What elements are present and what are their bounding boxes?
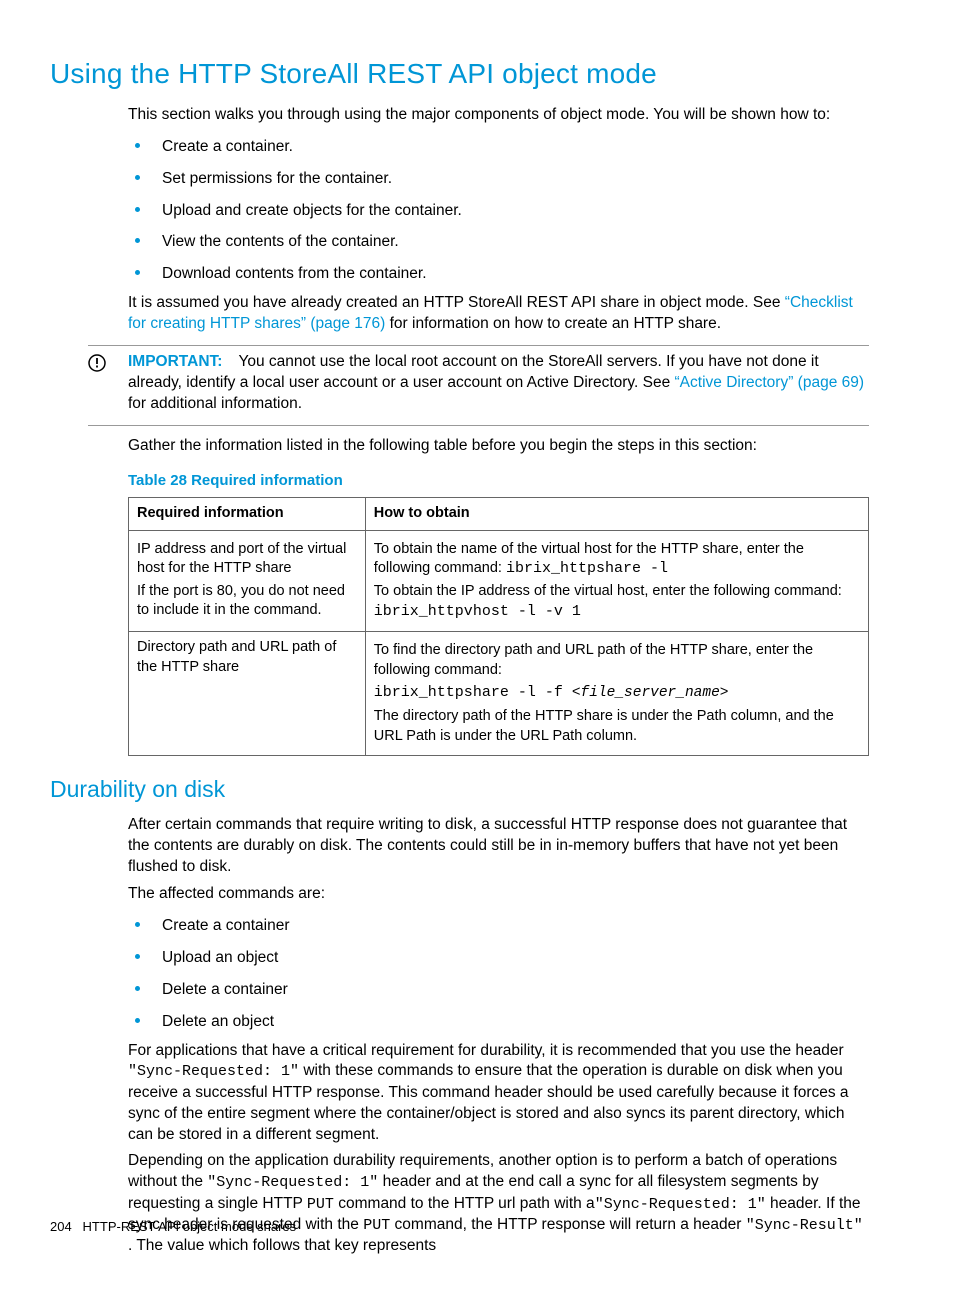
cell-how-to-obtain: To obtain the name of the virtual host f… <box>365 530 868 632</box>
paragraph: After certain commands that require writ… <box>128 815 869 878</box>
important-note: IMPORTANT: You cannot use the local root… <box>88 345 869 426</box>
code: PUT <box>307 1196 334 1213</box>
required-info-table: Required information How to obtain IP ad… <box>128 497 869 756</box>
paragraph: Depending on the application durability … <box>128 1151 869 1257</box>
text: . The value which follows that key repre… <box>128 1237 436 1254</box>
section1-bullets: Create a container. Set permissions for … <box>128 134 869 286</box>
list-item: Create a container. <box>152 134 869 158</box>
cell-required-info: IP address and port of the virtual host … <box>129 530 366 632</box>
paragraph: The affected commands are: <box>128 884 869 905</box>
heading-using-http-storeall: Using the HTTP StoreAll REST API object … <box>50 55 869 93</box>
code: "Sync-Requested: 1" <box>595 1196 766 1213</box>
code: ibrix_httpshare -l <box>506 560 668 577</box>
code-line: ibrix_httpshare -l -f <file_server_name> <box>374 683 860 704</box>
list-item: Upload and create objects for the contai… <box>152 198 869 222</box>
code: PUT <box>363 1217 390 1234</box>
section1-assumed: It is assumed you have already created a… <box>128 293 869 335</box>
table-caption: Table 28 Required information <box>128 471 869 491</box>
code: "Sync-Requested: 1" <box>207 1174 378 1191</box>
list-item: Download contents from the container. <box>152 261 869 285</box>
gather-info-line: Gather the information listed in the fol… <box>128 436 869 457</box>
text: for additional information. <box>128 395 302 412</box>
active-directory-link[interactable]: “Active Directory” (page 69) <box>675 374 865 391</box>
section2-bullets: Create a container Upload an object Dele… <box>128 913 869 1033</box>
code: ibrix_httpshare -l -f <box>374 684 572 701</box>
footer-title: HTTP-REST API object mode shares <box>83 1219 297 1234</box>
list-item: View the contents of the container. <box>152 229 869 253</box>
text: command, the HTTP response will return a… <box>390 1216 746 1233</box>
th-how-to-obtain: How to obtain <box>365 498 868 531</box>
heading-durability: Durability on disk <box>50 774 869 805</box>
list-item: Delete an object <box>152 1009 869 1033</box>
list-item: Delete a container <box>152 977 869 1001</box>
list-item: Set permissions for the container. <box>152 166 869 190</box>
text: It is assumed you have already created a… <box>128 294 785 311</box>
list-item: Create a container <box>152 913 869 937</box>
text: To find the directory path and URL path … <box>374 641 860 680</box>
code: "Sync-Result" <box>746 1217 863 1234</box>
table-row: IP address and port of the virtual host … <box>129 530 869 632</box>
text: If the port is 80, you do not need to in… <box>137 582 357 621</box>
section2-body: After certain commands that require writ… <box>128 815 869 1257</box>
important-icon <box>88 352 128 372</box>
table-row: Directory path and URL path of the HTTP … <box>129 632 869 756</box>
text: IP address and port of the virtual host … <box>137 540 357 579</box>
text: To obtain the name of the virtual host f… <box>374 540 860 580</box>
code-arg: <file_server_name> <box>572 685 729 701</box>
text: To obtain the IP address of the virtual … <box>374 582 860 622</box>
page-number: 204 <box>50 1219 72 1234</box>
th-required-info: Required information <box>129 498 366 531</box>
list-item: Upload an object <box>152 945 869 969</box>
important-label: IMPORTANT: <box>128 353 222 370</box>
table-header-row: Required information How to obtain <box>129 498 869 531</box>
text: for information on how to create an HTTP… <box>385 315 721 332</box>
code: "Sync-Requested: 1" <box>128 1063 299 1080</box>
text: To obtain the IP address of the virtual … <box>374 583 842 599</box>
page-footer: 204 HTTP-REST API object mode shares <box>50 1218 296 1236</box>
text: command to the HTTP url path with a <box>334 1195 595 1212</box>
text: The directory path of the HTTP share is … <box>374 707 860 746</box>
paragraph: For applications that have a critical re… <box>128 1041 869 1146</box>
text: For applications that have a critical re… <box>128 1042 844 1059</box>
section1-intro: This section walks you through using the… <box>128 105 869 126</box>
section1-body: This section walks you through using the… <box>128 105 869 335</box>
important-body: IMPORTANT: You cannot use the local root… <box>128 352 869 415</box>
cell-how-to-obtain: To find the directory path and URL path … <box>365 632 868 756</box>
cell-required-info: Directory path and URL path of the HTTP … <box>129 632 366 756</box>
code: ibrix_httpvhost -l -v 1 <box>374 603 581 620</box>
